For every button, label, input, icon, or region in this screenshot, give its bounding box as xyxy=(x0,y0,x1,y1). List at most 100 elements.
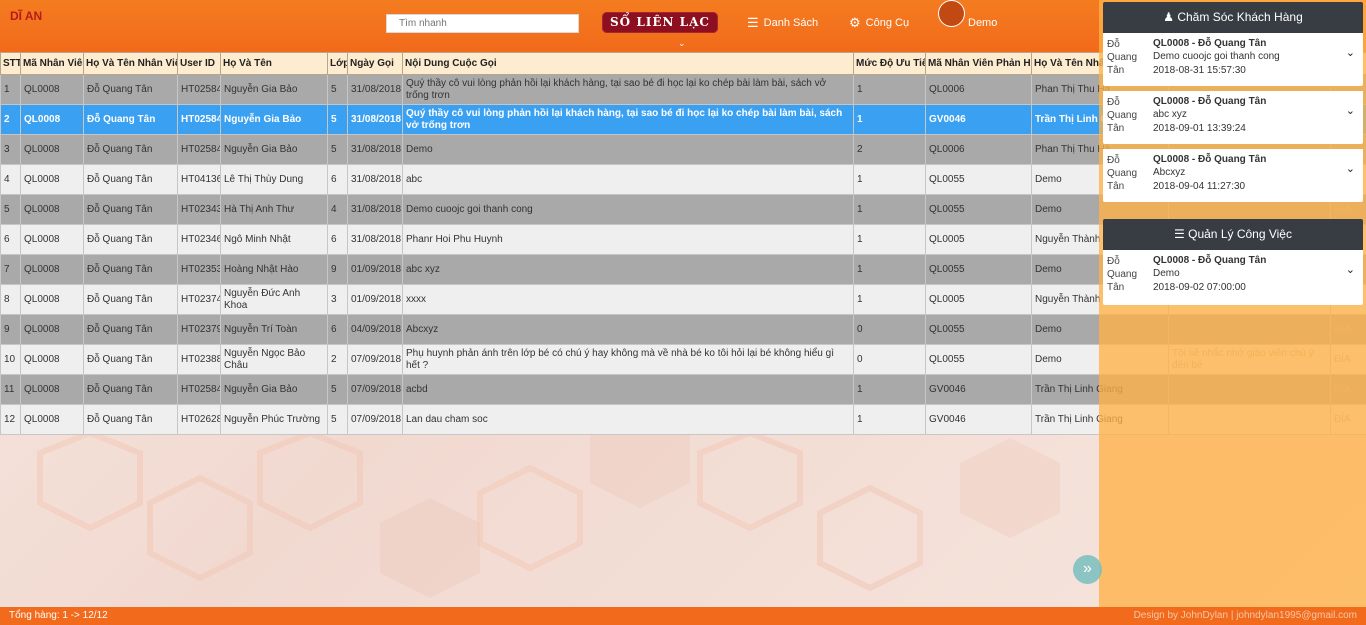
table-cell: QL0006 xyxy=(925,134,1032,165)
notification-card[interactable]: Đỗ Quang Tân QL0008 - Đỗ Quang Tân Demo 201… xyxy=(1103,250,1363,305)
card-name: QL0008 - Đỗ Quang Tân xyxy=(1153,255,1267,266)
expand-panel-button[interactable]: » xyxy=(1073,555,1102,584)
column-header[interactable]: User ID xyxy=(177,52,221,75)
table-cell: 1 xyxy=(853,254,926,285)
table-cell: 6 xyxy=(0,224,21,255)
column-header[interactable]: Ngày Gọi xyxy=(347,52,403,75)
user-photo: Đỗ Quang Tân xyxy=(1107,256,1138,293)
table-cell: 7 xyxy=(0,254,21,285)
table-cell: QL0008 xyxy=(20,134,84,165)
table-cell: Nguyễn Gia Bảo xyxy=(220,134,328,165)
table-cell: 0 xyxy=(853,314,926,345)
contact-book-button[interactable]: SỔ LIÊN LẠC xyxy=(602,12,718,33)
table-cell: Nguyễn Phúc Trường xyxy=(220,404,328,435)
table-cell: Phụ huynh phản ánh trên lớp bé có chú ý … xyxy=(402,344,854,375)
table-cell: QL0008 xyxy=(20,74,84,105)
table-cell: Nguyễn Trí Toàn xyxy=(220,314,328,345)
table-cell: QL0008 xyxy=(20,284,84,315)
table-cell: QL0008 xyxy=(20,254,84,285)
nav-list-label: Danh Sách xyxy=(763,16,819,29)
table-cell: 31/08/2018 xyxy=(347,224,403,255)
table-cell: Đỗ Quang Tân xyxy=(83,224,178,255)
table-cell: QL0008 xyxy=(20,314,84,345)
credit-label: Design by JohnDylan | johndylan1995@gmai… xyxy=(1133,610,1357,621)
table-cell: 31/08/2018 xyxy=(347,104,403,135)
total-rows-label: Tổng hàng: 1 -> 12/12 xyxy=(9,610,108,621)
notification-card[interactable]: Đỗ Quang Tân QL0008 - Đỗ Quang Tân Abcxyz 2… xyxy=(1103,149,1363,202)
table-cell: 2 xyxy=(853,134,926,165)
table-cell: QL0055 xyxy=(925,164,1032,195)
table-cell: 6 xyxy=(327,224,348,255)
table-cell: HT02374 xyxy=(177,284,221,315)
quick-search-input[interactable] xyxy=(386,14,579,33)
column-header[interactable]: Mức Độ Ưu Tiên xyxy=(853,52,926,75)
user-photo: Đỗ Quang Tân xyxy=(1107,97,1138,134)
table-cell: HT02353 xyxy=(177,254,221,285)
list-icon: ☰ xyxy=(747,15,759,30)
table-cell: acbd xyxy=(402,374,854,405)
table-cell: 1 xyxy=(853,74,926,105)
table-cell: QL0008 xyxy=(20,374,84,405)
column-header[interactable]: Nội Dung Cuộc Gọi xyxy=(402,52,854,75)
notification-card[interactable]: Đỗ Quang Tân QL0008 - Đỗ Quang Tân Demo cu… xyxy=(1103,33,1363,86)
table-cell: 31/08/2018 xyxy=(347,194,403,225)
table-cell: 9 xyxy=(327,254,348,285)
chevron-down-icon[interactable]: ⌄ xyxy=(1346,46,1355,59)
chevron-down-icon[interactable]: ⌄ xyxy=(1346,104,1355,117)
user-care-icon: ♟ xyxy=(1163,10,1174,24)
column-header[interactable]: Mã Nhân Viên xyxy=(20,52,84,75)
brand-label[interactable]: DĨ AN xyxy=(10,9,42,23)
user-avatar[interactable] xyxy=(938,0,965,27)
table-cell: 31/08/2018 xyxy=(347,164,403,195)
task-manager-header[interactable]: ☰ Quản Lý Công Việc xyxy=(1103,219,1363,250)
table-cell: Đỗ Quang Tân xyxy=(83,194,178,225)
user-name[interactable]: Demo xyxy=(968,17,997,29)
column-header[interactable]: STT xyxy=(0,52,21,75)
table-cell: Demo cuoojc goi thanh cong xyxy=(402,194,854,225)
table-cell: 1 xyxy=(853,164,926,195)
nav-list[interactable]: ☰ Danh Sách xyxy=(747,16,818,29)
table-cell: HT02584 xyxy=(177,104,221,135)
table-cell: 01/09/2018 xyxy=(347,254,403,285)
table-cell: QL0008 xyxy=(20,404,84,435)
table-cell: 07/09/2018 xyxy=(347,344,403,375)
table-cell: 6 xyxy=(327,314,348,345)
table-cell: Đỗ Quang Tân xyxy=(83,314,178,345)
column-header[interactable]: Lớp xyxy=(327,52,348,75)
table-cell: 31/08/2018 xyxy=(347,134,403,165)
table-cell: HT02584 xyxy=(177,74,221,105)
task-list-icon: ☰ xyxy=(1174,227,1185,241)
table-cell: 07/09/2018 xyxy=(347,404,403,435)
chevron-down-icon[interactable]: ⌄ xyxy=(1346,263,1355,276)
nav-tools[interactable]: ⚙ Công Cụ xyxy=(849,16,909,29)
gears-icon: ⚙ xyxy=(849,15,861,30)
table-cell: QL0008 xyxy=(20,104,84,135)
table-cell: QL0055 xyxy=(925,194,1032,225)
table-cell: HT02379 xyxy=(177,314,221,345)
customer-care-title: Chăm Sóc Khách Hàng xyxy=(1177,10,1303,24)
notification-card[interactable]: Đỗ Quang Tân QL0008 - Đỗ Quang Tân abc xyz… xyxy=(1103,91,1363,144)
table-cell: HT02346 xyxy=(177,224,221,255)
column-header[interactable]: Họ Và Tên xyxy=(220,52,328,75)
table-cell: QL0005 xyxy=(925,284,1032,315)
customer-care-header[interactable]: ♟ Chăm Sóc Khách Hàng xyxy=(1103,2,1363,33)
column-header[interactable]: Họ Và Tên Nhân Viên xyxy=(83,52,178,75)
table-cell: 9 xyxy=(0,314,21,345)
nav-tools-label: Công Cụ xyxy=(865,16,910,29)
table-cell: HT02584 xyxy=(177,134,221,165)
footer-bar: Tổng hàng: 1 -> 12/12 Design by JohnDyla… xyxy=(0,607,1366,625)
table-cell: 11 xyxy=(0,374,21,405)
table-cell: Nguyễn Gia Bảo xyxy=(220,74,328,105)
table-cell: Đỗ Quang Tân xyxy=(83,254,178,285)
table-cell: 8 xyxy=(0,284,21,315)
column-header[interactable]: Mã Nhân Viên Phản Hồi xyxy=(925,52,1032,75)
table-cell: 1 xyxy=(853,404,926,435)
expand-chevron-icon[interactable]: ⌄ xyxy=(678,38,686,49)
table-cell: Demo xyxy=(402,134,854,165)
table-cell: HT02388 xyxy=(177,344,221,375)
table-cell: QL0006 xyxy=(925,74,1032,105)
table-cell: 5 xyxy=(0,194,21,225)
table-cell: 10 xyxy=(0,344,21,375)
table-cell: 31/08/2018 xyxy=(347,74,403,105)
chevron-down-icon[interactable]: ⌄ xyxy=(1346,162,1355,175)
